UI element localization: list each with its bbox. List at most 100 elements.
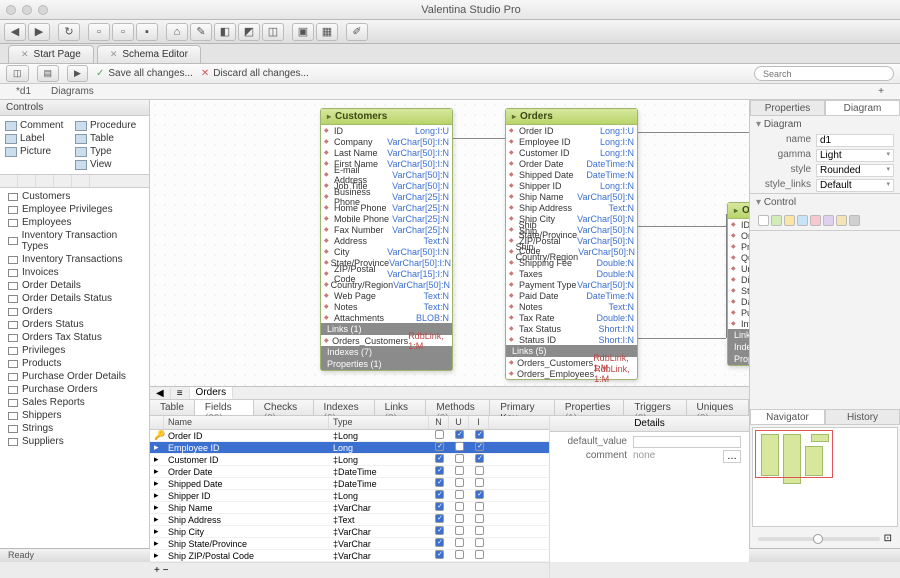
close-icon[interactable]: ✕ xyxy=(21,49,29,60)
tab-schema-editor[interactable]: ✕Schema Editor xyxy=(97,45,201,63)
entity-tab[interactable]: Table xyxy=(150,400,195,415)
control-item[interactable]: Type xyxy=(73,145,143,158)
field-row[interactable]: ◆Shipping FeeDouble:N xyxy=(506,257,637,268)
table-list-item[interactable]: Inventory Transaction Types xyxy=(0,229,149,253)
table-list-item[interactable]: Orders Tax Status xyxy=(0,331,149,344)
entity-orders[interactable]: Orders ◆Order IDLong:I:U◆Employee IDLong… xyxy=(505,108,638,380)
field-grid-row[interactable]: ▸Ship Address‡Text xyxy=(150,514,549,526)
table-list-item[interactable]: Employees xyxy=(0,216,149,229)
field-grid-row[interactable]: ▸Order Date‡DateTime xyxy=(150,466,549,478)
field-row[interactable]: ◆Tax RateDouble:N xyxy=(506,312,637,323)
tool-button[interactable]: ✎ xyxy=(190,23,212,41)
doc-tab[interactable]: *d1 xyxy=(6,86,41,97)
field-grid-row[interactable]: ▸Shipped Date‡DateTime xyxy=(150,478,549,490)
table-list-item[interactable]: Orders xyxy=(0,305,149,318)
close-icon[interactable] xyxy=(6,5,16,15)
field-grid-row[interactable]: ▸Ship ZIP/Postal Code‡VarChar xyxy=(150,550,549,562)
entity-header[interactable]: Customers xyxy=(321,109,452,125)
window-controls[interactable] xyxy=(6,5,48,15)
field-grid-row[interactable]: ▸Ship State/Province‡VarChar xyxy=(150,538,549,550)
zoom-slider[interactable] xyxy=(758,537,880,541)
field-row[interactable]: ◆IDLong:I:U xyxy=(321,125,452,136)
open-button[interactable]: ▫ xyxy=(112,23,134,41)
field-row[interactable]: ◆Web PageText:N xyxy=(321,290,452,301)
prop-style-links[interactable]: Default xyxy=(816,179,894,192)
field-row[interactable]: ◆ZIP/Postal CodeVarChar[15]:I:N xyxy=(321,268,452,279)
field-row[interactable]: ◆Shipped DateDateTime:N xyxy=(506,169,637,180)
field-row[interactable]: ◆Status IDShort:I:N xyxy=(506,334,637,345)
entity-tab[interactable]: Properties (1) xyxy=(555,400,625,415)
table-list-item[interactable]: Purchase Orders xyxy=(0,383,149,396)
field-row[interactable]: ◆TaxesDouble:N xyxy=(506,268,637,279)
table-list-item[interactable]: Shippers xyxy=(0,409,149,422)
control-item[interactable]: Procedure xyxy=(73,119,143,132)
control-item[interactable]: Picture xyxy=(3,145,73,158)
nav-back[interactable]: ◀ xyxy=(150,388,171,399)
entity-customers[interactable]: Customers ◆IDLong:I:U◆CompanyVarChar[50]… xyxy=(320,108,453,371)
field-row[interactable]: ◆Payment TypeVarChar[50]:N xyxy=(506,279,637,290)
table-list-item[interactable]: Employee Privileges xyxy=(0,203,149,216)
add-tab-icon[interactable]: + xyxy=(868,86,894,97)
field-row[interactable]: ◆Purchase Order IDLong:N xyxy=(728,307,749,318)
tab-history[interactable]: History xyxy=(825,409,900,425)
fields-grid[interactable]: Name Type N U I 🔑Order ID‡Long▸Employee … xyxy=(150,416,549,578)
default-value-input[interactable] xyxy=(633,436,741,448)
nav-list[interactable]: ≡ xyxy=(171,388,190,399)
diagrams-tab[interactable]: Diagrams xyxy=(41,86,104,97)
field-row[interactable]: ◆Tax StatusShort:I:N xyxy=(506,323,637,334)
comment-expand-button[interactable]: … xyxy=(723,450,741,463)
field-row[interactable]: ◆Country/RegionVarChar[50]:N xyxy=(321,279,452,290)
table-list-item[interactable]: Sales Reports xyxy=(0,396,149,409)
entity-header[interactable]: Order Details xyxy=(728,203,749,219)
field-row[interactable]: ◆NotesText:N xyxy=(321,301,452,312)
view-mode-2[interactable]: ▤ xyxy=(37,65,60,82)
field-grid-row[interactable]: ▸Ship Name‡VarChar xyxy=(150,502,549,514)
zoom-fit-icon[interactable]: ⊡ xyxy=(884,533,892,544)
entity-tab[interactable]: Fields (20) xyxy=(195,400,254,415)
field-row[interactable]: ◆Order IDLong:I xyxy=(728,230,749,241)
tool-button[interactable]: ▶ xyxy=(67,65,88,82)
entity-header[interactable]: Orders xyxy=(506,109,637,125)
field-grid-row[interactable]: ▸Ship City‡VarChar xyxy=(150,526,549,538)
entity-order-details[interactable]: Order Details ◆IDLong:I:U◆Order IDLong:I… xyxy=(727,202,749,366)
field-row[interactable]: ◆Ship AddressText:N xyxy=(506,202,637,213)
tab-start-page[interactable]: ✕Start Page xyxy=(8,45,94,63)
tool-button-6[interactable]: ▦ xyxy=(316,23,338,41)
refresh-button[interactable]: ↻ xyxy=(58,23,80,41)
field-row[interactable]: ◆Order DateDateTime:N xyxy=(506,158,637,169)
navigator-minimap[interactable] xyxy=(752,427,898,527)
field-row[interactable]: ◆CompanyVarChar[50]:I:N xyxy=(321,136,452,147)
control-item[interactable]: Table xyxy=(73,132,143,145)
entity-tab[interactable]: Checks (0) xyxy=(254,400,314,415)
entity-tab[interactable]: Links (8) xyxy=(375,400,427,415)
field-row[interactable]: ◆Last NameVarChar[50]:I:N xyxy=(321,147,452,158)
entity-tab[interactable]: Uniques (0) xyxy=(687,400,749,415)
group-diagram[interactable]: Diagram xyxy=(750,116,900,133)
field-row[interactable]: ◆AddressText:N xyxy=(321,235,452,246)
field-row[interactable]: ◆Date AllocatedDateTime:N xyxy=(728,296,749,307)
tab-properties[interactable]: Properties xyxy=(750,100,825,116)
search-input[interactable] xyxy=(754,66,894,81)
field-row[interactable]: ◆Home PhoneVarChar[25]:N xyxy=(321,202,452,213)
discard-all-button[interactable]: ✕Discard all changes... xyxy=(201,68,309,79)
tool-button-3[interactable]: ◩ xyxy=(238,23,260,41)
tool-button-2[interactable]: ◧ xyxy=(214,23,236,41)
tool-button-4[interactable]: ◫ xyxy=(262,23,284,41)
home-button[interactable]: ⌂ xyxy=(166,23,188,41)
tab-navigator[interactable]: Navigator xyxy=(750,409,825,425)
field-row[interactable]: ◆Shipper IDLong:I:N xyxy=(506,180,637,191)
filter-tabs[interactable] xyxy=(0,174,149,188)
field-row[interactable]: ◆QuantityDouble xyxy=(728,252,749,263)
table-list-item[interactable]: Purchase Order Details xyxy=(0,370,149,383)
group-control[interactable]: Control xyxy=(750,194,900,211)
field-row[interactable]: ◆Order IDLong:I:U xyxy=(506,125,637,136)
zoom-icon[interactable] xyxy=(38,5,48,15)
close-icon[interactable]: ✕ xyxy=(110,49,118,60)
field-row[interactable]: ◆E-mail AddressVarChar[50]:N xyxy=(321,169,452,180)
entity-tab[interactable]: Indexes (6) xyxy=(314,400,375,415)
back-button[interactable]: ◀ xyxy=(4,23,26,41)
new-button[interactable]: ▫ xyxy=(88,23,110,41)
field-row[interactable]: ◆Unit PriceDouble:N xyxy=(728,263,749,274)
prop-gamma[interactable]: Light xyxy=(816,149,894,162)
field-row[interactable]: ◆Status IDLong:I:N xyxy=(728,285,749,296)
